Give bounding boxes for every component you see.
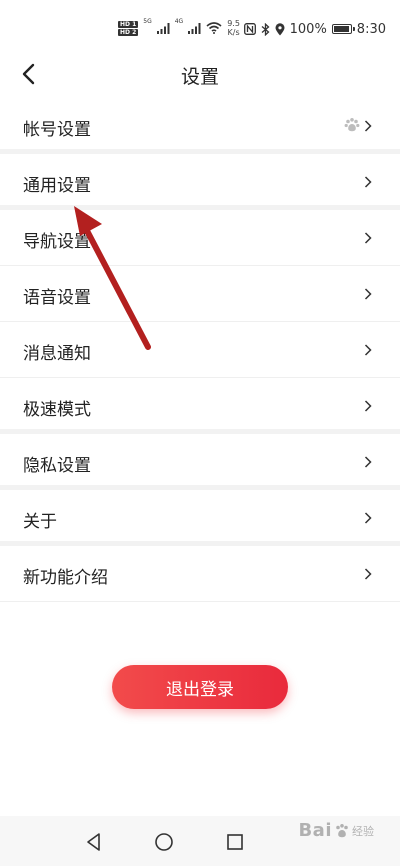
settings-item-label: 隐私设置 xyxy=(23,456,91,476)
paw-logo-icon xyxy=(336,823,348,837)
hd2-badge: HD 2 xyxy=(118,28,139,36)
logout-button[interactable]: 退出登录 xyxy=(112,665,288,709)
settings-item-notifications[interactable]: 消息通知 xyxy=(0,322,400,378)
chevron-right-icon xyxy=(364,288,372,300)
settings-item-label: 语音设置 xyxy=(23,288,91,308)
settings-item-label: 关于 xyxy=(23,512,57,532)
settings-item-label: 通用设置 xyxy=(23,176,91,196)
settings-item-privacy[interactable]: 隐私设置 xyxy=(0,434,400,490)
hd1-badge: HD 1 xyxy=(118,20,139,28)
chevron-right-icon xyxy=(364,232,372,244)
chevron-right-icon xyxy=(364,456,372,468)
status-bar: HD 1 HD 2 5G 4G 9.5 K/s 100% 8:30 xyxy=(0,0,400,50)
settings-item-new-features[interactable]: 新功能介绍 xyxy=(0,546,400,602)
settings-item-label: 消息通知 xyxy=(23,344,91,364)
battery-percent: 100% xyxy=(289,21,327,37)
bluetooth-icon xyxy=(261,22,270,36)
settings-item-label: 极速模式 xyxy=(23,400,91,420)
status-time: 8:30 xyxy=(356,21,386,37)
signal-strength-icon xyxy=(156,22,170,34)
chevron-right-icon xyxy=(364,568,372,580)
settings-item-about[interactable]: 关于 xyxy=(0,490,400,546)
chevron-right-icon xyxy=(364,400,372,412)
home-circle-icon[interactable] xyxy=(154,832,174,852)
back-triangle-icon[interactable] xyxy=(84,832,104,852)
speed-value: 9.5 xyxy=(227,19,240,28)
recents-square-icon[interactable] xyxy=(225,832,245,852)
battery-level xyxy=(333,26,349,32)
hd-indicators: HD 1 HD 2 xyxy=(118,20,139,36)
page-title: 设置 xyxy=(180,66,219,88)
settings-item-label: 导航设置 xyxy=(23,232,91,252)
battery-icon xyxy=(331,24,355,34)
settings-item-fast-mode[interactable]: 极速模式 xyxy=(0,378,400,434)
settings-item-general[interactable]: 通用设置 xyxy=(0,154,400,210)
baidu-watermark: Bai 经验 xyxy=(298,820,374,841)
paw-icon xyxy=(344,118,360,132)
nfc-icon xyxy=(243,23,256,35)
settings-item-navigation[interactable]: 导航设置 xyxy=(0,210,400,266)
status-right: 100% 8:30 xyxy=(243,18,386,40)
settings-item-label: 新功能介绍 xyxy=(23,568,108,588)
chevron-right-icon xyxy=(364,120,372,132)
chevron-right-icon xyxy=(364,512,372,524)
network-type-2: 4G xyxy=(174,18,184,25)
settings-item-voice[interactable]: 语音设置 xyxy=(0,266,400,322)
location-icon xyxy=(275,22,285,35)
settings-item-account[interactable]: 帐号设置 xyxy=(0,98,400,154)
speed-unit: K/s xyxy=(227,28,240,37)
signal-strength-2-icon xyxy=(188,22,201,34)
watermark-text: Bai xyxy=(298,820,332,841)
network-type-1: 5G xyxy=(143,18,152,25)
settings-item-label: 帐号设置 xyxy=(23,120,91,140)
watermark-sub: 经验 xyxy=(352,824,374,838)
chevron-right-icon xyxy=(364,344,372,356)
status-left: HD 1 HD 2 5G 4G 9.5 K/s xyxy=(118,16,240,40)
wifi-icon xyxy=(206,22,222,34)
settings-list: 帐号设置 通用设置 导航设置 语音设置 消息通知 极速模式 隐私设置 关于 新功… xyxy=(0,98,400,602)
chevron-right-icon xyxy=(364,176,372,188)
page-header: 设置 xyxy=(0,50,400,98)
network-speed: 9.5 K/s xyxy=(227,19,240,37)
